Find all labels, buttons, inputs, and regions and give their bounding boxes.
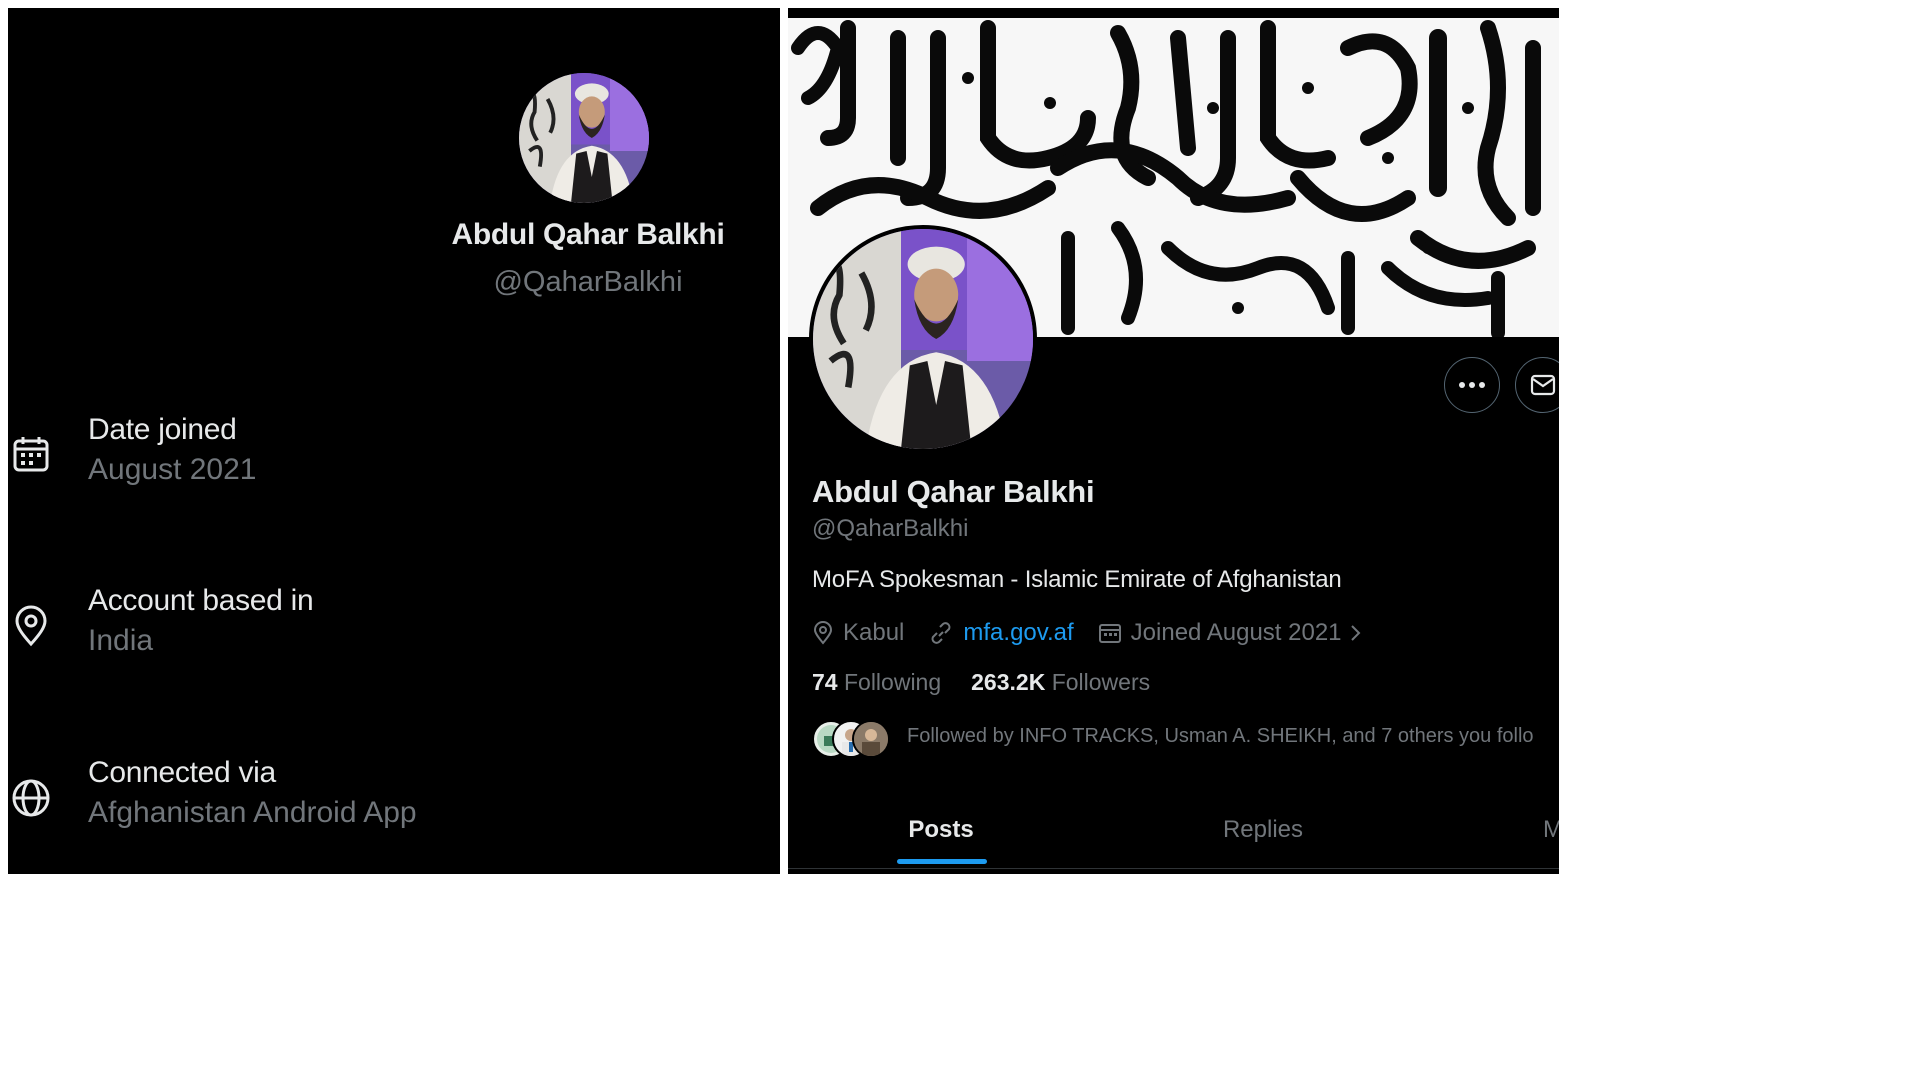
more-options-button[interactable] — [1444, 357, 1500, 413]
profile-location: Kabul — [812, 619, 904, 647]
profile-tabs: Posts Replies M — [788, 796, 1559, 874]
following-stat[interactable]: 74 Following — [812, 669, 941, 696]
profile-avatar[interactable] — [519, 73, 649, 203]
calendar-icon — [1098, 624, 1121, 643]
avatar-photo — [519, 73, 649, 203]
more-dots-icon — [1459, 382, 1485, 388]
profile-joined[interactable]: Joined August 2021 — [1098, 619, 1364, 647]
profile-name: Abdul Qahar Balkhi — [451, 218, 725, 251]
followers-label: Followers — [1051, 669, 1151, 695]
globe-icon — [10, 777, 52, 819]
location-pin-icon — [10, 605, 52, 647]
followed-by-row[interactable]: Followed by INFO TRACKS, Usman A. SHEIKH… — [812, 716, 1559, 758]
website-link[interactable]: mfa.gov.af — [963, 619, 1073, 647]
message-button[interactable] — [1515, 357, 1559, 413]
location-text: Kabul — [843, 619, 905, 646]
profile-panel: Abdul Qahar Balkhi @QaharBalkhi MoFA Spo… — [788, 8, 1559, 874]
following-label: Following — [843, 669, 942, 695]
location-pin-icon — [813, 621, 833, 645]
joined-text: Joined August 2021 — [1130, 619, 1342, 646]
chevron-right-icon — [1350, 625, 1360, 641]
about-value: August 2021 — [88, 453, 257, 486]
link-icon — [931, 622, 951, 644]
following-count: 74 — [812, 669, 838, 695]
profile-handle: @QaharBalkhi — [812, 515, 969, 542]
followers-stat[interactable]: 263.2K Followers — [971, 669, 1150, 696]
profile-bio: MoFA Spokesman - Islamic Emirate of Afgh… — [812, 566, 1342, 593]
about-label: Account based in — [88, 584, 314, 617]
profile-handle: @QaharBalkhi — [493, 266, 683, 298]
profile-meta: Kabul mfa.gov.af Joined August 2021 — [812, 616, 1388, 650]
profile-website[interactable]: mfa.gov.af — [928, 619, 1074, 647]
about-row-connected-via: Connected via Afghanistan Android App — [8, 756, 780, 846]
about-value: Afghanistan Android App — [88, 796, 417, 829]
tab-media[interactable]: M — [1543, 796, 1559, 874]
envelope-icon — [1530, 374, 1556, 396]
tabs-divider — [788, 868, 1559, 869]
about-account-panel: Abdul Qahar Balkhi @QaharBalkhi Date joi… — [8, 8, 780, 874]
avatar-photo — [813, 229, 1033, 449]
active-tab-indicator — [897, 859, 987, 864]
followed-by-text: Followed by INFO TRACKS, Usman A. SHEIKH… — [907, 725, 1534, 747]
followers-count: 263.2K — [971, 669, 1046, 695]
profile-avatar[interactable] — [809, 225, 1037, 453]
tab-replies[interactable]: Replies — [1208, 796, 1318, 874]
about-label: Connected via — [88, 756, 276, 789]
profile-name: Abdul Qahar Balkhi — [812, 474, 1095, 509]
calendar-icon — [10, 434, 52, 476]
profile-stats: 74 Following 263.2K Followers — [812, 669, 1180, 696]
about-label: Date joined — [88, 413, 237, 446]
about-row-account-based-in: Account based in India — [8, 584, 780, 674]
about-value: India — [88, 624, 154, 657]
about-row-date-joined: Date joined August 2021 — [8, 413, 780, 503]
banner-top-strip — [788, 8, 1559, 18]
follower-avatar — [852, 720, 890, 758]
